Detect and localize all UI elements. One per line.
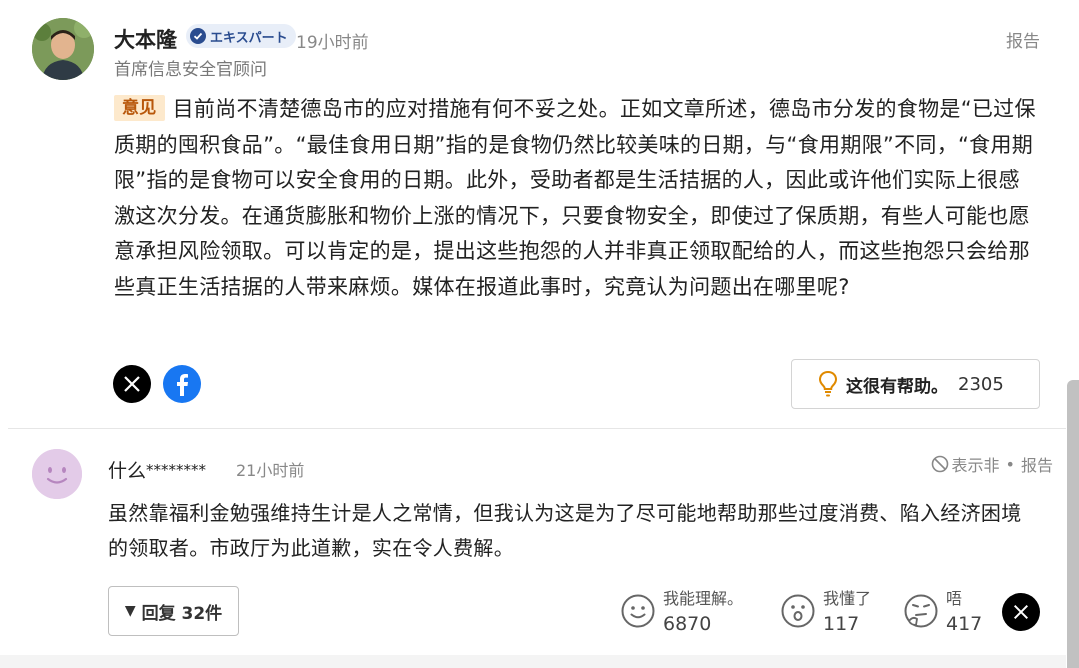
expert-badge: エキスパート — [186, 24, 296, 48]
helpful-button[interactable]: 这很有帮助。 2305 — [791, 359, 1040, 409]
reaction-label: 我能理解。 — [663, 589, 744, 608]
helpful-count: 2305 — [958, 373, 1004, 395]
user-avatar[interactable] — [32, 449, 82, 499]
facebook-logo-icon — [177, 374, 188, 396]
reaction-count: 417 — [946, 613, 983, 635]
replies-label: 回复 32件 — [141, 603, 223, 624]
hide-comment-label: 表示非 — [951, 456, 1000, 475]
next-card-edge — [0, 655, 1066, 668]
user-report-link[interactable]: 报告 — [1021, 452, 1053, 476]
reaction-understand-button[interactable]: 我能理解。 6870 — [621, 588, 743, 638]
reaction-hmm-button[interactable]: 唔 417 — [904, 588, 982, 638]
opinion-tag: 意见 — [114, 95, 165, 121]
expert-comment-body: 目前尚不清楚德岛市的应对措施有何不妥之处。正如文章所述，德岛市分发的食物是“已过… — [114, 97, 1036, 299]
expert-badge-label: エキスパート — [210, 30, 288, 46]
lightbulb-icon — [818, 370, 838, 397]
expert-timestamp: 19小时前 — [296, 33, 369, 53]
user-timestamp: 21小时前 — [236, 461, 305, 480]
surprised-face-icon — [781, 594, 815, 628]
thinking-face-icon — [904, 594, 938, 628]
hide-comment-button[interactable]: 表示非 — [931, 452, 1000, 476]
reaction-gotit-button[interactable]: 我懂了 117 — [781, 588, 871, 638]
smile-face-icon — [621, 594, 655, 628]
reaction-label: 我懂了 — [823, 589, 872, 608]
page-scrollbar[interactable] — [1067, 380, 1079, 668]
share-facebook-button[interactable] — [163, 365, 201, 403]
reaction-label: 唔 — [946, 589, 963, 608]
expert-role: 首席信息安全官顾问 — [114, 60, 267, 80]
smiley-avatar-icon — [32, 449, 82, 499]
expert-name[interactable]: 大本隆 — [114, 24, 177, 54]
x-logo-icon — [1013, 604, 1029, 620]
x-logo-icon — [124, 376, 140, 392]
block-icon — [931, 455, 948, 473]
expert-report-link[interactable]: 报告 — [1006, 27, 1040, 52]
user-name-text: 什么 — [108, 460, 147, 482]
action-separator: • — [1005, 454, 1015, 474]
share-x-button[interactable] — [113, 365, 151, 403]
user-name[interactable]: 什么******** — [108, 456, 206, 483]
user-comment-actions: 表示非 • 报告 — [931, 452, 1053, 476]
helpful-label: 这很有帮助。 — [846, 376, 948, 397]
user-name-mask: ******** — [146, 461, 207, 479]
expert-comment-card: 大本隆 エキスパート 19小时前 报告 首席信息安全官顾问 意见 目前尚不清楚德岛… — [0, 0, 1066, 428]
replies-toggle-button[interactable]: ▼ 回复 32件 — [108, 586, 239, 636]
reaction-count: 117 — [823, 613, 860, 635]
verified-check-icon — [190, 28, 206, 44]
share-x-button[interactable] — [1002, 593, 1040, 631]
comment-divider — [8, 428, 1066, 429]
caret-down-icon: ▼ — [124, 603, 136, 619]
expert-comment-text: 意见 目前尚不清楚德岛市的应对措施有何不妥之处。正如文章所述，德岛市分发的食物是“… — [114, 92, 1039, 305]
expert-avatar[interactable] — [32, 18, 94, 80]
reaction-count: 6870 — [663, 613, 712, 635]
user-comment-body: 虽然靠福利金勉强维持生计是人之常情，但我认为这是为了尽可能地帮助那些过度消费、陷… — [108, 501, 1022, 560]
